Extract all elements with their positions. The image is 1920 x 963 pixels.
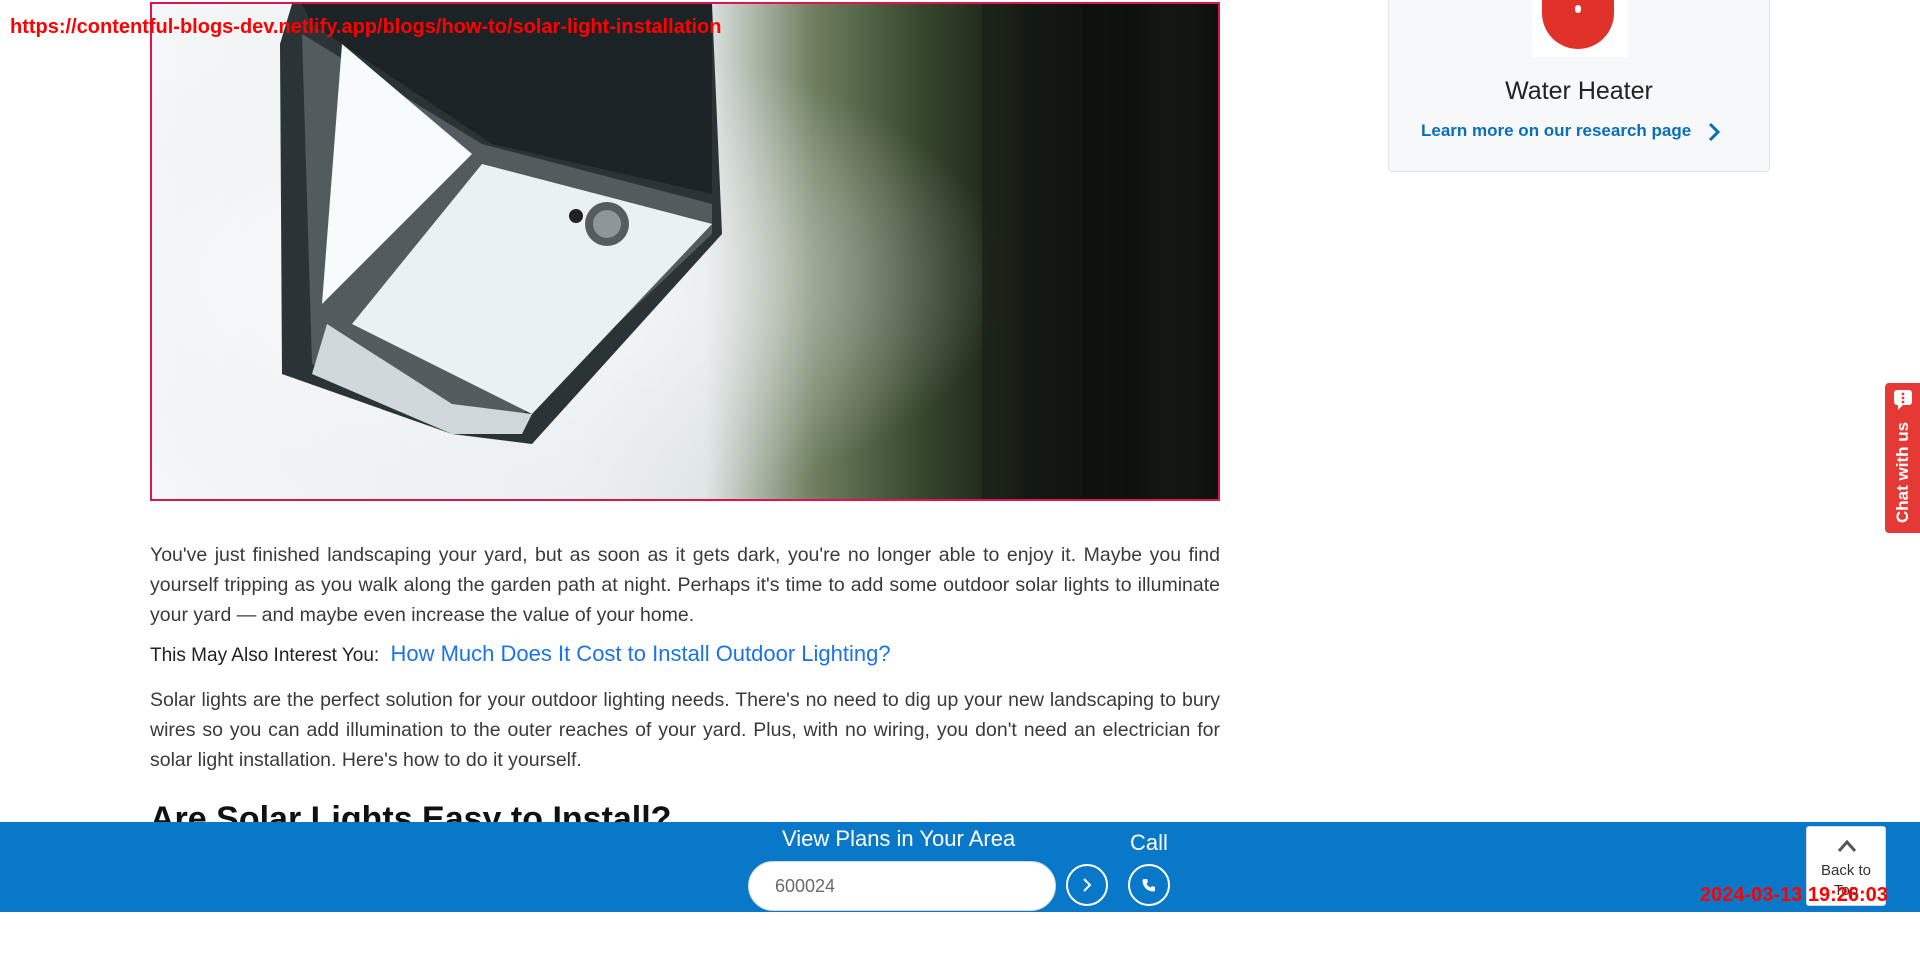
timestamp-overlay: 2024-03-13 19:26:03 xyxy=(1700,884,1888,906)
water-heater-icon xyxy=(1542,0,1614,49)
call-button[interactable] xyxy=(1128,864,1170,906)
url-overlay: https://contentful-blogs-dev.netlify.app… xyxy=(10,16,722,38)
related-article: This May Also Interest You: How Much Doe… xyxy=(150,641,891,667)
hero-image xyxy=(150,2,1220,501)
chevron-right-icon[interactable] xyxy=(1707,121,1721,143)
page: https://contentful-blogs-dev.netlify.app… xyxy=(0,0,1920,963)
view-plans-title: View Plans in Your Area xyxy=(782,826,1016,851)
card-title: Water Heater xyxy=(1505,77,1653,105)
chat-with-us-tab[interactable]: Chat with us xyxy=(1885,383,1920,533)
card-icon-container xyxy=(1532,0,1628,57)
solar-light-illustration xyxy=(152,4,1218,499)
bottom-plans-bar: View Plans in Your Area Call xyxy=(0,822,1920,912)
submit-zip-button[interactable] xyxy=(1066,864,1108,906)
article-paragraph-solution: Solar lights are the perfect solution fo… xyxy=(150,689,1220,771)
related-article-link[interactable]: How Much Does It Cost to Install Outdoor… xyxy=(390,641,890,666)
chevron-right-icon xyxy=(1083,878,1092,892)
article-body: You've just finished landscaping your ya… xyxy=(150,540,1220,630)
call-label: Call xyxy=(1130,830,1168,855)
article-paragraph-intro: You've just finished landscaping your ya… xyxy=(150,544,1220,626)
research-page-link[interactable]: Learn more on our research page xyxy=(1421,121,1691,141)
related-article-label: This May Also Interest You: xyxy=(150,645,380,666)
chat-label: Chat with us xyxy=(1893,421,1912,523)
chevron-up-icon xyxy=(1837,839,1857,852)
zip-code-input[interactable] xyxy=(748,861,1056,911)
phone-icon xyxy=(1142,879,1155,892)
chat-bubble-icon xyxy=(1894,390,1912,410)
water-heater-card: Water Heater Learn more on our research … xyxy=(1388,0,1770,172)
article-body-2: Solar lights are the perfect solution fo… xyxy=(150,685,1220,775)
